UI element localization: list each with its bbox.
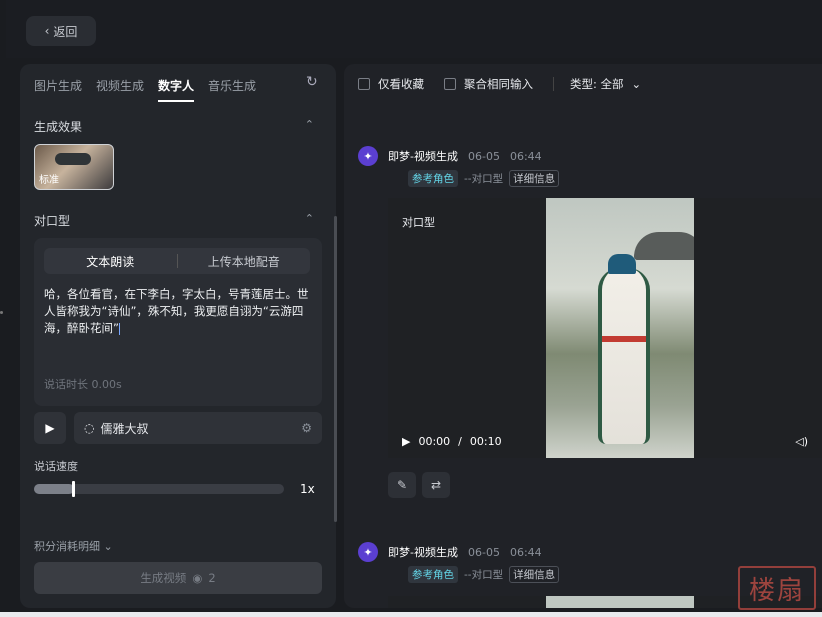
collapse-icon[interactable]: ⌃	[305, 212, 314, 225]
entry-name: 即梦-视频生成	[388, 546, 458, 559]
chevron-down-icon: ⌄	[103, 540, 113, 553]
scrollbar[interactable]	[334, 216, 337, 522]
generate-cost: 2	[208, 571, 216, 585]
voice-select[interactable]: ◌ 儒雅大叔 ⚙	[74, 412, 322, 444]
tag-lip-sync: --对口型	[464, 569, 504, 581]
checkbox[interactable]	[444, 78, 456, 90]
mode-text-reading[interactable]: 文本朗读	[44, 248, 177, 274]
details-button[interactable]: 详细信息	[509, 566, 560, 583]
time-separator: /	[458, 435, 462, 448]
divider	[553, 77, 554, 91]
play-icon[interactable]: ▶	[402, 435, 410, 448]
entry-time: 06:44	[509, 149, 542, 163]
video-title: 对口型	[402, 216, 435, 229]
generate-label: 生成视频	[140, 571, 187, 585]
mode-switch: 文本朗读 上传本地配音	[44, 248, 310, 274]
effect-section-title: 生成效果	[34, 120, 83, 134]
checkbox[interactable]	[358, 78, 370, 90]
lip-sync-title: 对口型	[34, 214, 71, 228]
speed-slider[interactable]	[34, 481, 284, 497]
speed-label: 说话速度	[34, 460, 78, 473]
entry-date: 06-05	[467, 545, 500, 559]
chevron-down-icon: ⌄	[631, 77, 642, 91]
coin-icon: ◉	[192, 571, 203, 585]
points-label: 积分消耗明细	[34, 540, 100, 553]
reset-icon[interactable]: ↻	[306, 74, 322, 90]
merge-filter[interactable]: 聚合相同输入	[444, 76, 533, 92]
tag-reference-role: 参考角色	[408, 566, 458, 583]
tag-reference-role: 参考角色	[408, 170, 458, 187]
details-button[interactable]: 详细信息	[509, 170, 560, 187]
current-time: 00:00	[418, 435, 451, 448]
entry-date: 06-05	[467, 149, 500, 163]
merge-label: 聚合相同输入	[464, 77, 533, 91]
entry-tags: 参考角色 --对口型 详细信息	[408, 170, 560, 187]
favorites-label: 仅看收藏	[378, 77, 424, 91]
play-icon: ▶	[45, 421, 55, 435]
creation-panel: 图片生成 视频生成 数字人 音乐生成 ↻ 生成效果 ⌃ 标准 对口型 ⌃ 文本朗…	[20, 64, 336, 608]
video-frame	[546, 596, 694, 608]
results-panel: 仅看收藏 聚合相同输入 类型: 全部 ⌄ ✦ 即梦-视频生成 06-05 06:…	[344, 64, 822, 608]
volume-icon[interactable]: ◁)	[795, 435, 808, 448]
entry-header: ✦ 即梦-视频生成 06-05 06:44	[358, 542, 542, 562]
script-input[interactable]: 哈，各位看官，在下李白，字太白，号青莲居士。世人皆称我为“诗仙”，殊不知，我更愿…	[44, 286, 312, 337]
voice-icon: ◌	[84, 421, 95, 435]
speed-value: 1x	[300, 482, 315, 496]
character-hat	[608, 254, 636, 274]
effect-card[interactable]: 标准	[34, 144, 114, 190]
sliders-icon[interactable]: ⚙	[301, 421, 312, 435]
favorites-filter[interactable]: 仅看收藏	[358, 76, 424, 92]
video-duration: 00:10	[469, 435, 502, 448]
tab-video-gen[interactable]: 视频生成	[96, 76, 144, 110]
entry-actions: ✎ ⇄	[388, 472, 450, 498]
character-figure	[598, 268, 650, 444]
pavilion-roof	[634, 232, 694, 260]
slider-handle[interactable]	[72, 481, 75, 497]
top-bar: ‹ 返回	[6, 0, 822, 58]
speed-fill	[34, 484, 74, 494]
tab-digital-human[interactable]: 数字人	[158, 76, 195, 102]
text-cursor	[118, 322, 120, 335]
back-button[interactable]: ‹ 返回	[26, 16, 96, 46]
tab-image-gen[interactable]: 图片生成	[34, 76, 82, 110]
duration-text: 说话时长 0.00s	[44, 378, 122, 391]
voice-name: 儒雅大叔	[100, 421, 149, 436]
type-filter[interactable]: 类型: 全部 ⌄	[570, 76, 641, 92]
character-sash	[602, 336, 646, 342]
effect-card-label: 标准	[39, 175, 59, 186]
regenerate-icon[interactable]: ⇄	[422, 472, 450, 498]
tag-lip-sync: --对口型	[464, 173, 504, 185]
jimeng-logo-icon: ✦	[358, 542, 378, 562]
video-player[interactable]: 对口型 ▶ 00:00 / 00:10 ◁)	[388, 198, 822, 458]
video-frame	[546, 198, 694, 458]
jimeng-logo-icon: ✦	[358, 146, 378, 166]
chevron-left-icon: ‹	[44, 24, 50, 38]
generate-button[interactable]: 生成视频 ◉ 2	[34, 562, 322, 594]
back-label: 返回	[53, 24, 78, 39]
entry-tags: 参考角色 --对口型 详细信息	[408, 566, 560, 583]
type-label: 类型: 全部	[570, 77, 624, 91]
play-button[interactable]: ▶	[34, 412, 66, 444]
watermark-stamp: 楼扇	[738, 566, 816, 610]
entry-name: 即梦-视频生成	[388, 150, 458, 163]
filter-bar: 仅看收藏 聚合相同输入 类型: 全部 ⌄	[358, 74, 653, 94]
points-detail[interactable]: 积分消耗明细 ⌄	[34, 538, 113, 554]
voice-row: ▶ ◌ 儒雅大叔 ⚙	[34, 412, 322, 446]
bottom-strip	[0, 612, 822, 617]
entry-time: 06:44	[509, 545, 542, 559]
tab-music-gen[interactable]: 音乐生成	[208, 76, 256, 110]
collapse-icon[interactable]: ⌃	[305, 118, 314, 131]
avatar-preview	[55, 153, 91, 165]
script-text: 哈，各位看官，在下李白，字太白，号青莲居士。世人皆称我为“诗仙”，殊不知，我更愿…	[44, 287, 309, 335]
video-controls: ▶ 00:00 / 00:10 ◁)	[402, 435, 808, 448]
edit-icon[interactable]: ✎	[388, 472, 416, 498]
edge-marker	[0, 311, 3, 314]
creation-tabs: 图片生成 视频生成 数字人 音乐生成	[34, 76, 322, 110]
script-box: 文本朗读 上传本地配音 哈，各位看官，在下李白，字太白，号青莲居士。世人皆称我为…	[34, 238, 322, 406]
entry-header: ✦ 即梦-视频生成 06-05 06:44	[358, 146, 542, 166]
mode-upload-audio[interactable]: 上传本地配音	[178, 248, 311, 274]
